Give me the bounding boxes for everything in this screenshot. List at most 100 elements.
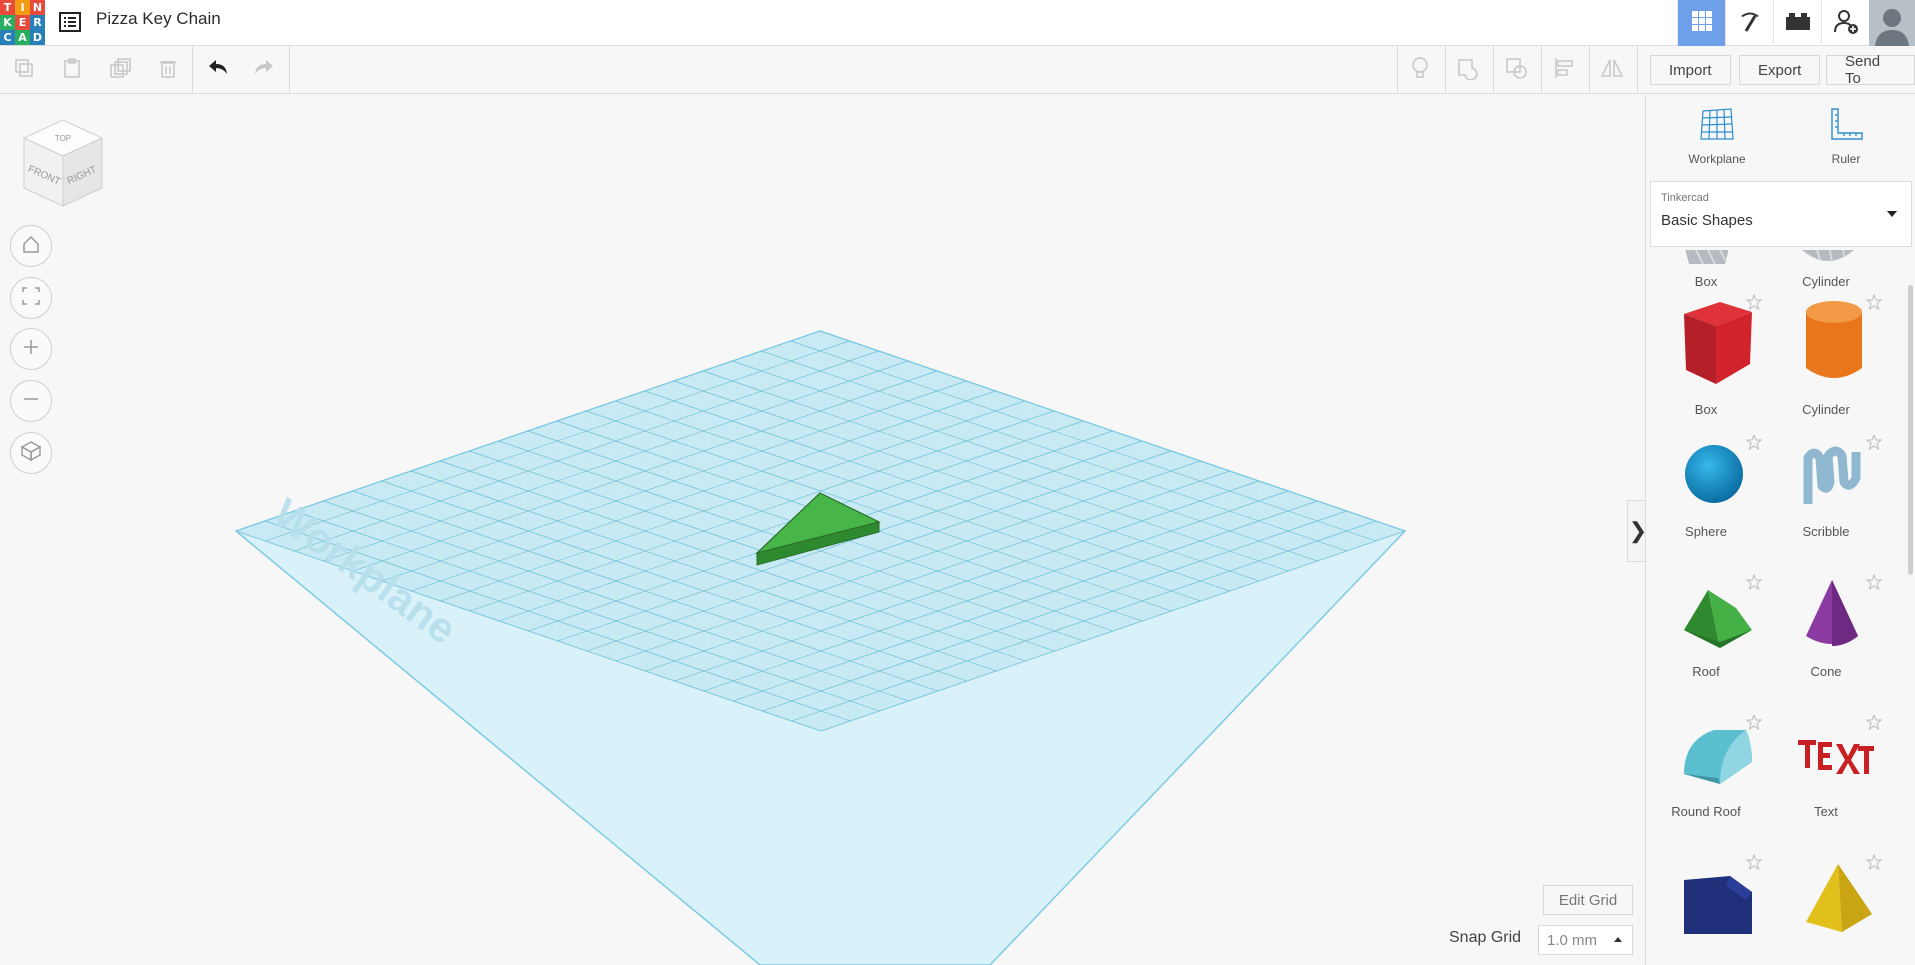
ungroup-icon: [1504, 56, 1528, 85]
shape-library-select[interactable]: Tinkercad Basic Shapes: [1650, 181, 1912, 247]
paste-icon: [61, 57, 83, 84]
shape-scribble[interactable]: Scribble: [1766, 432, 1886, 562]
tinkercad-editor: T I N K E R C A D Pizza Key Chain Import…: [0, 0, 1915, 965]
shape-label: Cone: [1810, 664, 1842, 679]
workplane-grid[interactable]: Workplane: [0, 95, 1645, 965]
logo-letter: N: [30, 0, 45, 15]
add-user-icon: [1832, 7, 1860, 40]
snap-grid-value: 1.0 mm: [1547, 931, 1598, 949]
shape-label: Cylinder: [1802, 402, 1850, 417]
import-button[interactable]: Import: [1650, 55, 1731, 85]
toolbar-divider: [1493, 46, 1494, 94]
shape-box-hole[interactable]: Box: [1646, 250, 1766, 292]
favorite-star-icon[interactable]: [1866, 574, 1882, 590]
align-button[interactable]: [1548, 54, 1580, 86]
show-all-button[interactable]: [1404, 54, 1436, 86]
perspective-cube-icon: [20, 440, 42, 467]
toolbar-divider: [1397, 46, 1398, 94]
bricks-button[interactable]: [1773, 0, 1821, 46]
ruler-tool-button[interactable]: Ruler: [1796, 105, 1896, 170]
copy-icon: [13, 57, 35, 84]
undo-icon: [206, 57, 230, 84]
shape-sphere[interactable]: Sphere: [1646, 432, 1766, 562]
copy-button[interactable]: [8, 54, 40, 86]
favorite-star-icon[interactable]: [1866, 434, 1882, 450]
shape-label: Scribble: [1802, 524, 1850, 539]
ruler-icon: [1826, 105, 1866, 148]
toolbar-divider: [1589, 46, 1590, 94]
shape-cone[interactable]: Cone: [1766, 572, 1886, 702]
home-view-button[interactable]: [10, 225, 52, 267]
paste-button[interactable]: [56, 54, 88, 86]
library-provider-label: Tinkercad: [1661, 192, 1709, 204]
grid-icon: [1690, 9, 1714, 38]
logo-letter: R: [30, 15, 45, 30]
brick-icon: [1784, 10, 1812, 37]
viewcube-top-label: TOP: [55, 134, 71, 143]
shape-label: Text: [1814, 804, 1838, 819]
shape-label: Sphere: [1685, 524, 1727, 539]
edit-grid-button[interactable]: Edit Grid: [1543, 885, 1633, 915]
redo-icon: [252, 57, 276, 84]
zoom-out-button[interactable]: [10, 380, 52, 422]
group-icon: [1456, 56, 1480, 85]
fit-all-icon: [21, 286, 41, 311]
panel-scrollbar[interactable]: [1908, 285, 1913, 575]
logo-letter: T: [0, 0, 15, 15]
design-list-icon[interactable]: [57, 9, 83, 35]
avatar[interactable]: [1869, 0, 1915, 46]
shape-polygon[interactable]: [1646, 852, 1766, 965]
favorite-star-icon[interactable]: [1746, 854, 1762, 870]
ruler-tool-label: Ruler: [1831, 152, 1861, 166]
duplicate-icon: [109, 57, 131, 84]
send-to-button[interactable]: Send To: [1826, 53, 1915, 87]
logo-letter: C: [0, 30, 15, 45]
toolbar-divider: [192, 46, 193, 94]
caret-down-icon: [1887, 211, 1897, 217]
export-button[interactable]: Export: [1739, 55, 1821, 85]
design-title[interactable]: Pizza Key Chain: [96, 9, 221, 29]
3d-design-view-button[interactable]: [1677, 0, 1725, 46]
zoom-in-button[interactable]: [10, 328, 52, 370]
mirror-button[interactable]: [1596, 54, 1628, 86]
undo-button[interactable]: [202, 54, 234, 86]
shape-cylinder-hole[interactable]: Cylinder: [1766, 250, 1886, 292]
top-bar: T I N K E R C A D Pizza Key Chain: [0, 0, 1915, 46]
codeblocks-button[interactable]: [1725, 0, 1773, 46]
workplane-tool-button[interactable]: Workplane: [1667, 105, 1767, 170]
edit-toolbar: Import Export Send To: [0, 46, 1915, 94]
favorite-star-icon[interactable]: [1746, 434, 1762, 450]
logo-letter: I: [15, 0, 30, 15]
mirror-icon: [1600, 56, 1624, 85]
favorite-star-icon[interactable]: [1866, 294, 1882, 310]
delete-button[interactable]: [152, 54, 184, 86]
shape-label: Round Roof: [1671, 804, 1741, 819]
ungroup-button[interactable]: [1500, 54, 1532, 86]
snap-grid-select[interactable]: 1.0 mm: [1538, 925, 1633, 955]
shape-roof[interactable]: Roof: [1646, 572, 1766, 702]
invite-user-button[interactable]: [1821, 0, 1869, 46]
shape-box[interactable]: Box: [1646, 292, 1766, 422]
shape-round-roof[interactable]: Round Roof: [1646, 712, 1766, 842]
fit-view-button[interactable]: [10, 277, 52, 319]
logo-letter: E: [15, 15, 30, 30]
favorite-star-icon[interactable]: [1866, 714, 1882, 730]
duplicate-button[interactable]: [104, 54, 136, 86]
header-actions: [1677, 0, 1915, 46]
shape-text[interactable]: Text: [1766, 712, 1886, 842]
shape-cylinder[interactable]: Cylinder: [1766, 292, 1886, 422]
shape-pyramid[interactable]: [1766, 852, 1886, 965]
view-cube[interactable]: TOP FRONT RIGHT: [20, 118, 106, 208]
minus-icon: [21, 389, 41, 414]
library-selected-value: Basic Shapes: [1661, 212, 1753, 229]
workplane-tool-label: Workplane: [1688, 152, 1746, 166]
pickaxe-icon: [1736, 7, 1764, 40]
group-button[interactable]: [1452, 54, 1484, 86]
3d-viewport[interactable]: Workplane: [0, 95, 1645, 965]
redo-button[interactable]: [248, 54, 280, 86]
perspective-toggle-button[interactable]: [10, 432, 52, 474]
tinkercad-logo[interactable]: T I N K E R C A D: [0, 0, 46, 46]
logo-letter: D: [30, 30, 45, 45]
toolbar-divider: [1541, 46, 1542, 94]
shape-label: Roof: [1692, 664, 1720, 679]
